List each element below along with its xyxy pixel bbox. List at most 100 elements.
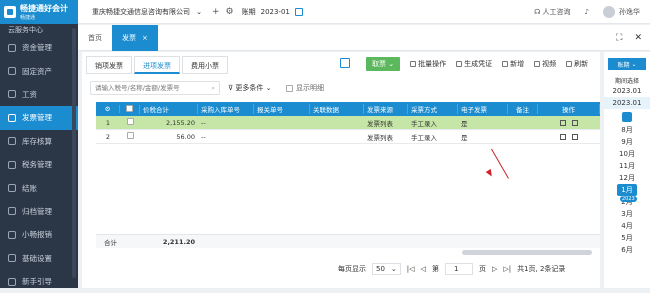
pagination: 每页显示 50 ⌄ |◁ ◁ 第 1 页 ▷ ▷| 共1页, 2条记录 bbox=[338, 262, 565, 276]
sidebar-scrollbar[interactable] bbox=[72, 28, 76, 278]
tab-purchase-invoices[interactable]: 进项发票 bbox=[134, 56, 180, 74]
gear-icon[interactable]: ⚙ bbox=[105, 105, 111, 113]
user-menu[interactable]: 孙逸华 bbox=[603, 6, 640, 18]
sidebar-item-inventory[interactable]: 库存核算 bbox=[0, 130, 78, 153]
sidebar-item-settings[interactable]: 基础设置 bbox=[0, 247, 78, 270]
app-logo[interactable]: 畅捷通好会计 畅捷通 bbox=[0, 0, 78, 24]
sidebar-item-tax[interactable]: 税务管理 bbox=[0, 153, 78, 176]
month-item[interactable]: 8月 bbox=[604, 124, 650, 136]
month-item-current[interactable]: 1月 bbox=[617, 184, 637, 196]
period-panel-button[interactable]: 账期 ⌄ bbox=[608, 58, 646, 70]
tab-home[interactable]: 首页 bbox=[78, 25, 112, 51]
close-icon[interactable]: × bbox=[142, 34, 148, 42]
month-item[interactable]: 10月 bbox=[604, 148, 650, 160]
sidebar-item-expense[interactable]: 小畅报销 bbox=[0, 223, 78, 246]
period-year[interactable]: 2023.01 bbox=[604, 85, 650, 97]
edit-icon[interactable] bbox=[560, 119, 566, 126]
add-button[interactable]: + bbox=[212, 7, 220, 17]
table-summary-row: 合计 2,211.20 bbox=[96, 234, 600, 248]
page-number-input[interactable]: 1 bbox=[444, 263, 473, 275]
tab-expense-receipts[interactable]: 费用小票 bbox=[182, 56, 228, 74]
show-detail-toggle[interactable]: 显示明细 bbox=[286, 83, 324, 93]
sidebar-item-funds[interactable]: 资金管理 bbox=[0, 36, 78, 59]
table-row[interactable]: 1 2,155.20 -- 发票列表 手工录入 是 bbox=[96, 116, 600, 130]
sidebar-item-fixed-assets[interactable]: 固定资产 bbox=[0, 59, 78, 82]
batch-button[interactable]: 批量操作 bbox=[410, 59, 446, 69]
period-caption: 期间选择 bbox=[614, 78, 639, 85]
row-checkbox[interactable] bbox=[126, 132, 134, 139]
annotation-arrowhead bbox=[485, 168, 495, 179]
sidebar-item-invoices[interactable]: 发票管理 bbox=[0, 106, 78, 130]
logo-name: 畅捷通好会计 bbox=[20, 4, 68, 13]
chevron-down-icon: ⌄ bbox=[388, 60, 395, 68]
fetch-invoice-button[interactable]: 取票 ⌄ bbox=[366, 57, 401, 71]
refresh-button[interactable]: 刷新 bbox=[566, 59, 588, 69]
last-page-button[interactable]: ▷| bbox=[503, 265, 511, 273]
month-item[interactable]: 9月 bbox=[604, 136, 650, 148]
sidebar-item-closing[interactable]: 结账 bbox=[0, 176, 78, 199]
sidebar-item-guide[interactable]: 新手引导 bbox=[0, 270, 78, 293]
col-method[interactable]: 采票方式 bbox=[408, 104, 458, 114]
tax-icon bbox=[8, 160, 16, 169]
page-suffix: 页 bbox=[478, 265, 486, 273]
tab-sales-invoices[interactable]: 销项发票 bbox=[86, 56, 132, 74]
row-checkbox[interactable] bbox=[126, 118, 134, 125]
fullscreen-icon[interactable]: ⛶ bbox=[616, 33, 622, 43]
close-all-icon[interactable]: ✕ bbox=[634, 33, 642, 43]
month-item[interactable]: 11月 bbox=[604, 160, 650, 172]
col-inbound[interactable]: 采购入库单号 bbox=[198, 104, 254, 114]
company-select[interactable]: 重庆畅捷交通信息咨询有限公司 ⌄ bbox=[88, 4, 206, 20]
sidebar-item-cloud-service[interactable]: 云服务中心 bbox=[0, 24, 78, 36]
archive-icon bbox=[8, 207, 16, 216]
month-item[interactable]: 5月 bbox=[604, 232, 650, 244]
bell-icon[interactable]: ♪ bbox=[585, 8, 589, 16]
sidebar-menu: 云服务中心 资金管理 固定资产 工资 发票管理 库存核算 税务管理 结账 归档管… bbox=[0, 24, 78, 293]
trash-icon[interactable] bbox=[572, 119, 578, 126]
gear-icon[interactable]: ⚙ bbox=[226, 7, 234, 17]
table-header: ⚙ 价税合计 采购入库单号 报关单号 关联数据 发票来源 采票方式 电子发票 备… bbox=[96, 102, 600, 116]
search-icon[interactable]: ⌕ bbox=[211, 84, 215, 93]
period-panel: 账期 ⌄ 期间选择 2023.01 2023.01 8月 9月 10月 11月 … bbox=[604, 52, 650, 288]
col-e-invoice[interactable]: 电子发票 bbox=[458, 104, 508, 114]
col-remark[interactable]: 备注 bbox=[508, 104, 538, 114]
month-item[interactable]: 3月 bbox=[604, 208, 650, 220]
voucher-button[interactable]: 生成凭证 bbox=[456, 59, 492, 69]
cell-e-invoice: 是 bbox=[461, 119, 468, 128]
cell-total: 2,155.20 bbox=[166, 118, 195, 127]
row-checkbox-cell bbox=[120, 132, 140, 141]
show-detail-checkbox[interactable] bbox=[286, 84, 293, 92]
chevron-down-icon: ⌄ bbox=[631, 60, 637, 68]
period-picker[interactable]: 账期 2023-01 bbox=[242, 7, 303, 17]
sidebar-item-payroll[interactable]: 工资 bbox=[0, 83, 78, 106]
row-checkbox-cell bbox=[120, 118, 140, 127]
table-horizontal-scrollbar[interactable] bbox=[462, 250, 592, 255]
grid-icon[interactable] bbox=[340, 58, 350, 68]
add-invoice-button[interactable]: 新增 bbox=[502, 59, 524, 69]
per-page-select[interactable]: 50 ⌄ bbox=[372, 263, 401, 275]
prev-page-button[interactable]: ◁ bbox=[421, 265, 426, 273]
month-item[interactable]: 12月 bbox=[604, 172, 650, 184]
funds-icon bbox=[8, 43, 16, 52]
first-page-button[interactable]: |◁ bbox=[407, 265, 415, 273]
select-all-checkbox[interactable] bbox=[126, 104, 133, 112]
col-link[interactable]: 关联数据 bbox=[310, 104, 364, 114]
table-row[interactable]: 2 56.00 -- 发票列表 手工录入 是 bbox=[96, 130, 600, 144]
period-year[interactable]: 2023.01 bbox=[604, 97, 650, 109]
home-icon[interactable] bbox=[622, 112, 632, 122]
trash-icon[interactable] bbox=[572, 133, 578, 140]
sidebar-item-archive[interactable]: 归档管理 bbox=[0, 200, 78, 223]
month-item[interactable]: 6月 bbox=[604, 244, 650, 256]
search-input[interactable] bbox=[95, 84, 205, 92]
col-total[interactable]: 价税合计 bbox=[140, 104, 198, 114]
period-value: 2023-01 bbox=[260, 7, 290, 16]
col-customs[interactable]: 报关单号 bbox=[254, 104, 310, 114]
video-button[interactable]: 视频 bbox=[534, 59, 556, 69]
month-item[interactable]: 4月 bbox=[604, 220, 650, 232]
next-page-button[interactable]: ▷ bbox=[492, 265, 497, 273]
headset-icon: ☊ bbox=[534, 8, 543, 16]
col-source[interactable]: 发票来源 bbox=[364, 104, 408, 114]
more-filters-button[interactable]: ⊽ 更多条件 ⌄ bbox=[228, 83, 271, 93]
edit-icon[interactable] bbox=[560, 133, 566, 140]
support-button[interactable]: ☊ 人工咨询 bbox=[534, 7, 570, 17]
tab-invoices[interactable]: 发票 × bbox=[112, 24, 158, 51]
